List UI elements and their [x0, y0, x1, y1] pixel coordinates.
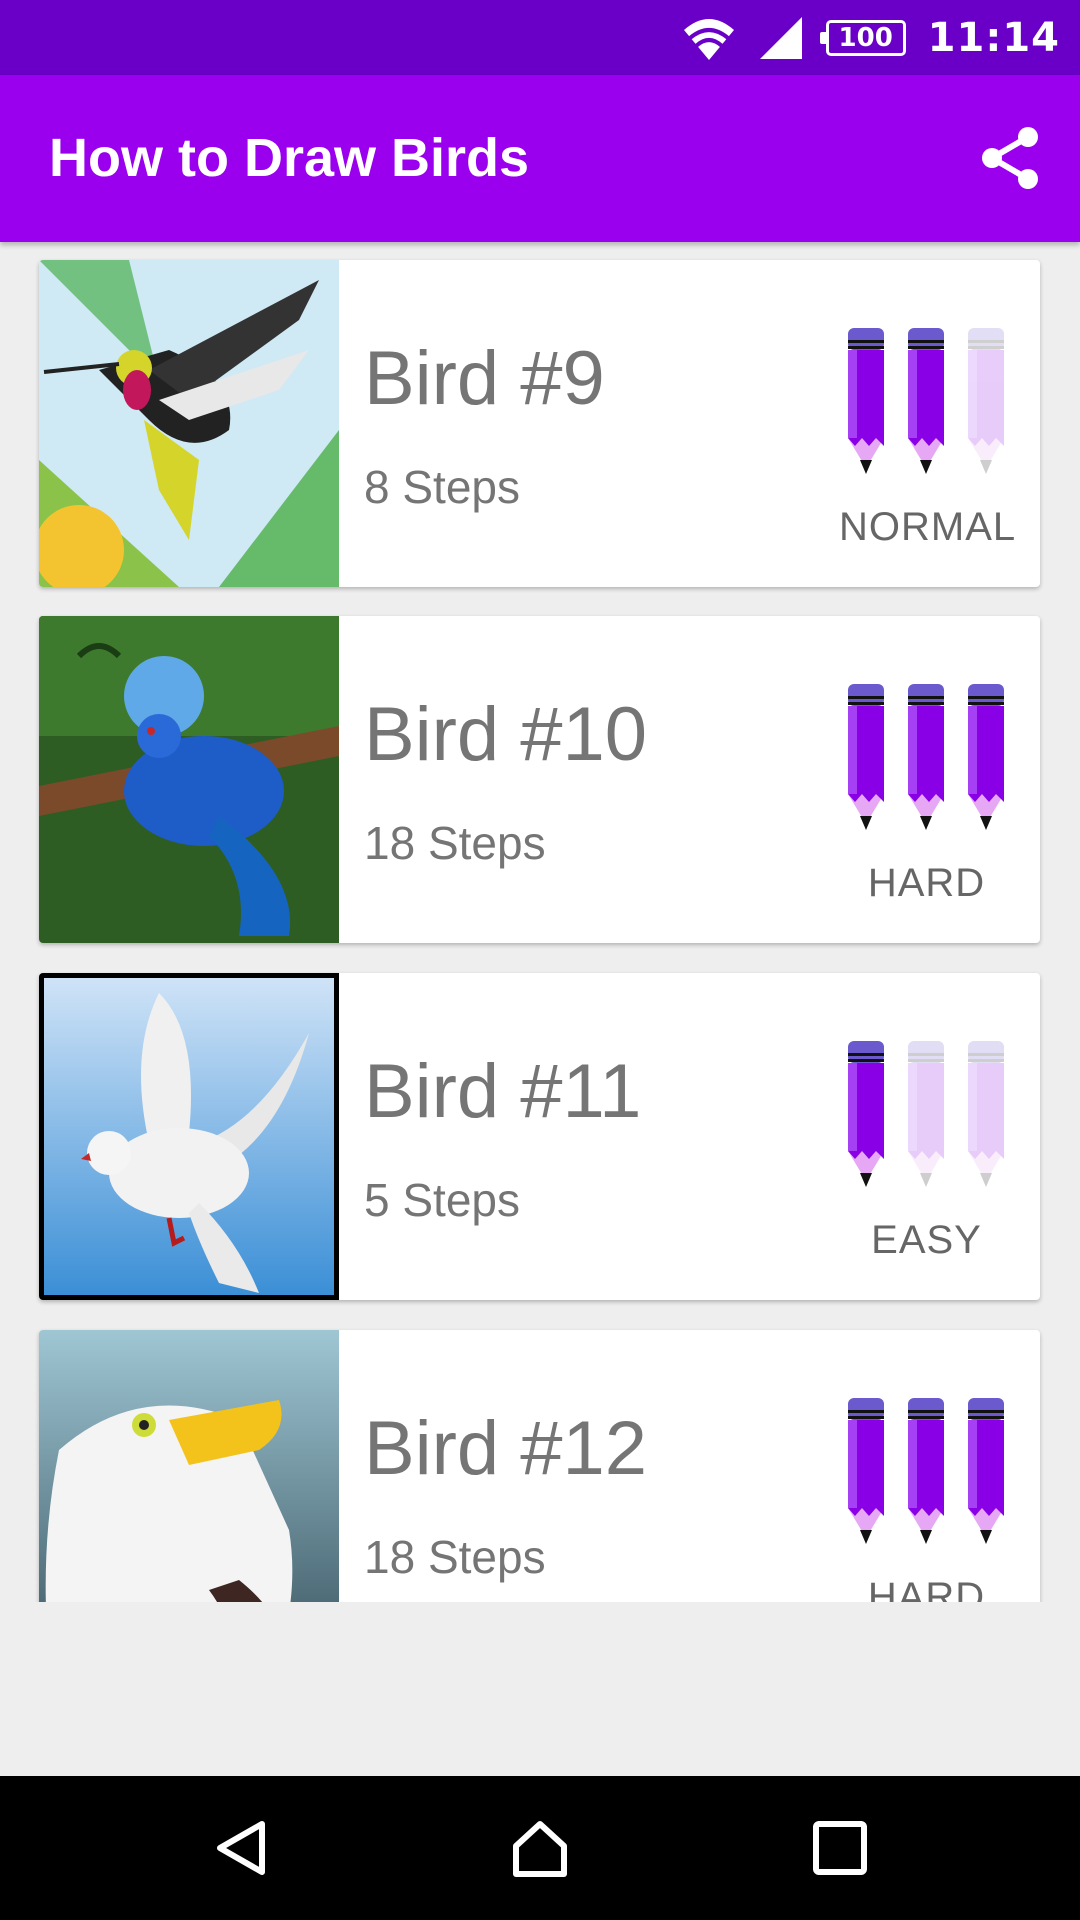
card-title: Bird #10 — [364, 692, 648, 777]
difficulty-label: NORMAL — [839, 505, 1017, 549]
home-icon[interactable] — [510, 1818, 570, 1878]
pencil-icon — [846, 684, 886, 834]
app-bar: How to Draw Birds — [0, 75, 1080, 242]
battery-icon: 100 — [819, 19, 906, 56]
difficulty-meter — [846, 684, 1006, 834]
bird-thumbnail-eagle — [39, 1330, 339, 1602]
pencil-icon — [966, 684, 1006, 834]
recents-icon[interactable] — [810, 1818, 870, 1878]
navigation-bar — [0, 1776, 1080, 1920]
bird-card[interactable]: Bird #12 18 Steps HARD — [39, 1330, 1040, 1602]
bird-card[interactable]: Bird #9 8 Steps NORMAL — [39, 260, 1040, 587]
pencil-icon — [846, 328, 886, 478]
clock: 11:14 — [927, 14, 1060, 61]
share-icon[interactable] — [978, 125, 1044, 191]
pencil-icon — [966, 1398, 1006, 1548]
bird-card[interactable]: Bird #10 18 Steps HARD — [39, 616, 1040, 943]
card-steps: 18 Steps — [364, 817, 546, 869]
pencil-icon — [906, 328, 946, 478]
bird-card[interactable]: Bird #11 5 Steps EASY — [39, 973, 1040, 1300]
bird-list[interactable]: Bird #9 8 Steps NORMAL Bird #10 18 Steps… — [0, 242, 1080, 1602]
card-title: Bird #12 — [364, 1406, 648, 1491]
pencil-icon — [906, 684, 946, 834]
pencil-icon — [966, 1041, 1006, 1191]
pencil-icon — [906, 1041, 946, 1191]
bird-thumbnail-crowned-pigeon — [39, 616, 339, 943]
back-icon[interactable] — [212, 1818, 272, 1878]
battery-level: 100 — [838, 22, 893, 53]
card-steps: 5 Steps — [364, 1174, 520, 1226]
app-title: How to Draw Birds — [49, 128, 530, 188]
pencil-icon — [906, 1398, 946, 1548]
difficulty-label: HARD — [867, 861, 986, 905]
difficulty-meter — [846, 1041, 1006, 1191]
status-bar: 100 11:14 — [0, 0, 1080, 75]
pencil-icon — [846, 1041, 886, 1191]
signal-icon — [759, 16, 802, 59]
bird-thumbnail-hummingbird — [39, 260, 339, 587]
difficulty-label: HARD — [867, 1575, 986, 1602]
card-steps: 8 Steps — [364, 461, 520, 513]
wifi-icon — [683, 18, 734, 60]
difficulty-meter — [846, 1398, 1006, 1548]
difficulty-label: EASY — [871, 1218, 982, 1262]
card-steps: 18 Steps — [364, 1531, 546, 1583]
difficulty-meter — [846, 328, 1006, 478]
card-title: Bird #11 — [364, 1049, 642, 1134]
pencil-icon — [846, 1398, 886, 1548]
card-title: Bird #9 — [364, 336, 605, 421]
bird-thumbnail-dove — [39, 973, 339, 1300]
pencil-icon — [966, 328, 1006, 478]
